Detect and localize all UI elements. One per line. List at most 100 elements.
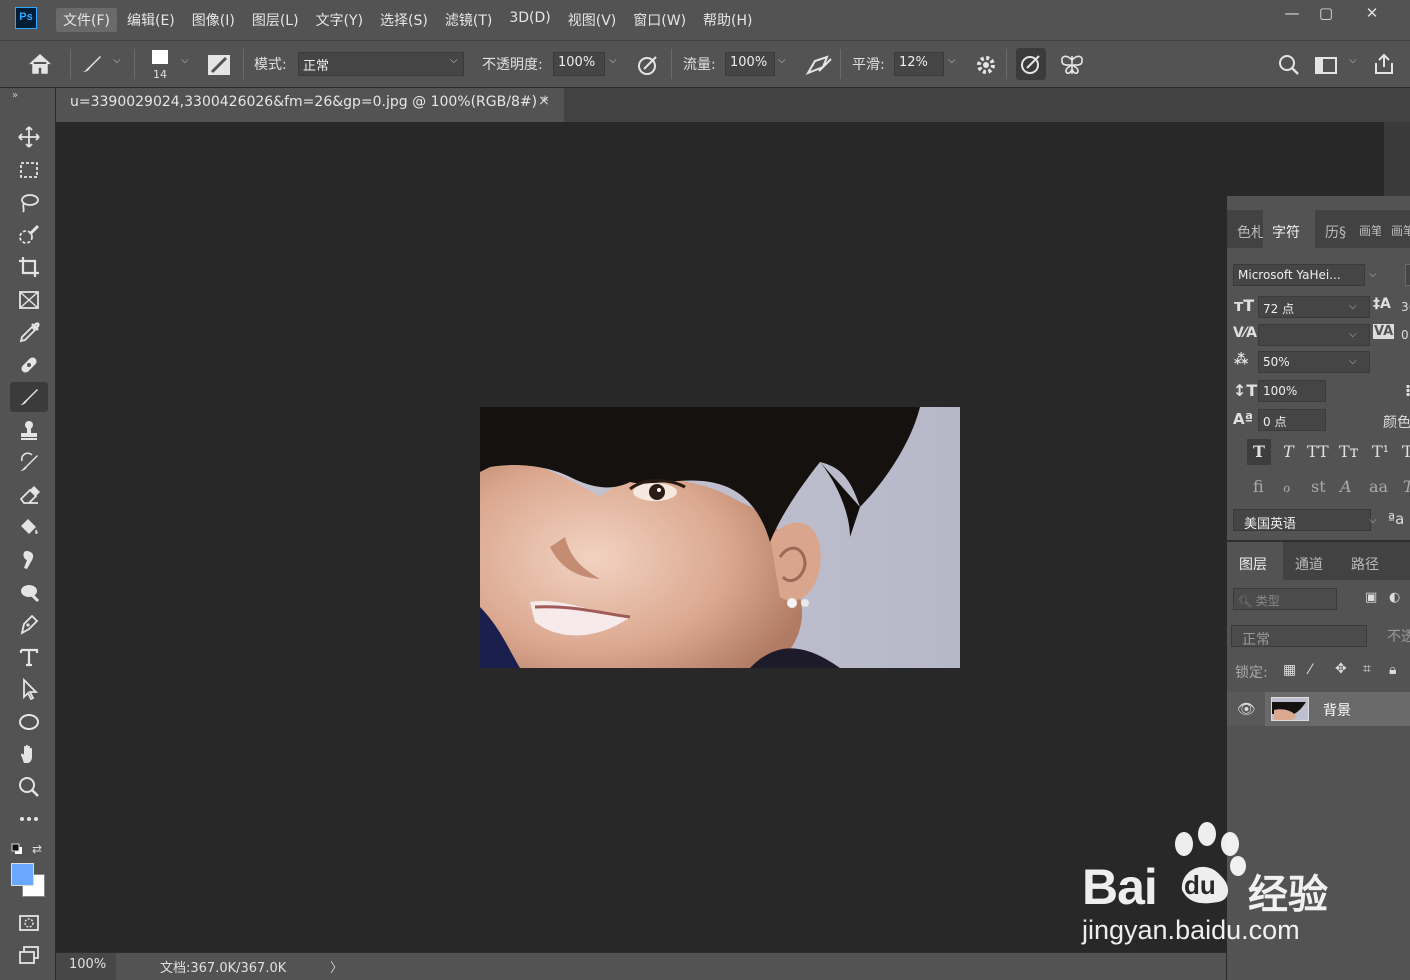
marquee-tool[interactable] (10, 155, 48, 185)
menu-edit[interactable]: 编辑(E) (120, 8, 182, 32)
chevron-down-icon[interactable]: ⌵ (609, 55, 617, 66)
chevron-down-icon[interactable]: ⌵ (450, 55, 458, 66)
menu-select[interactable]: 选择(S) (373, 8, 435, 32)
filter-adjustment-icon[interactable]: ◐ (1389, 590, 1400, 605)
symmetry-butterfly-icon[interactable] (1058, 52, 1086, 82)
healing-brush-tool[interactable] (10, 350, 48, 380)
chevron-down-icon[interactable]: ⌵ (1369, 269, 1377, 280)
chevron-down-icon[interactable]: ⌵ (113, 55, 121, 66)
ellipse-tool[interactable] (10, 707, 48, 737)
text-color-label[interactable]: 颜色 (1383, 412, 1410, 432)
lock-artboard-icon[interactable]: ⌗ (1363, 661, 1371, 677)
close-tab-icon[interactable]: × (538, 93, 558, 109)
vertical-scale-field[interactable]: 100% (1258, 380, 1326, 402)
menu-window[interactable]: 窗口(W) (626, 8, 693, 32)
blur-tool[interactable] (10, 545, 48, 575)
tab-color[interactable]: 色札 (1237, 210, 1263, 248)
crop-tool[interactable] (10, 252, 48, 282)
menu-filter[interactable]: 滤镜(T) (438, 8, 499, 32)
move-tool[interactable] (10, 122, 48, 152)
status-menu-arrow[interactable]: 〉 (330, 957, 343, 976)
gear-icon[interactable] (974, 53, 998, 81)
menu-layer[interactable]: 图层(L) (245, 8, 306, 32)
baseline-shift-field[interactable]: 0 点 (1258, 409, 1326, 431)
maximize-button[interactable]: ▢ (1302, 0, 1350, 26)
layer-name[interactable]: 背景 (1323, 700, 1351, 720)
menu-type[interactable]: 文字(Y) (309, 8, 370, 32)
tab-history[interactable]: 历§ (1325, 210, 1349, 248)
chevron-down-icon[interactable]: ⌵ (1349, 356, 1357, 367)
tab-paths[interactable]: 路径 (1351, 542, 1391, 580)
brush-size-swatch[interactable] (152, 50, 168, 64)
tab-character[interactable]: 字符 (1263, 210, 1315, 248)
clone-stamp-tool[interactable] (10, 415, 48, 445)
tab-brush[interactable]: 画笔 (1359, 210, 1381, 248)
menu-file[interactable]: 文件(F) (56, 8, 117, 32)
mode-select[interactable]: 正常 (298, 52, 464, 76)
document-tab[interactable]: u=3390029024,3300426026&fm=26&gp=0.jpg @… (56, 88, 564, 122)
vertical-scrollbar[interactable] (1384, 122, 1410, 196)
lock-all-icon[interactable]: 🔒︎ (1389, 662, 1396, 678)
chevron-down-icon[interactable]: ⌵ (1349, 301, 1357, 312)
search-icon[interactable] (1278, 54, 1300, 80)
expand-panel-icon[interactable]: » (12, 90, 18, 101)
close-window-button[interactable]: ✕ (1348, 0, 1396, 26)
visibility-eye-icon[interactable]: 👁︎ (1237, 700, 1256, 718)
titling-alternates-icon[interactable]: T (1403, 477, 1410, 496)
lock-pixels-icon[interactable]: ⁄ (1309, 662, 1311, 678)
discretionary-ligatures-icon[interactable]: st (1311, 477, 1326, 496)
layer-filter-select[interactable]: 🔍︎ 类型 (1233, 588, 1337, 610)
brush-tool[interactable] (10, 382, 48, 412)
small-caps-icon[interactable]: Tт (1339, 442, 1359, 461)
frame-tool[interactable] (10, 285, 48, 315)
hand-tool[interactable] (10, 739, 48, 769)
airbrush-icon[interactable] (805, 53, 833, 81)
all-caps-icon[interactable]: TT (1307, 442, 1329, 461)
tab-channels[interactable]: 通道 (1295, 542, 1335, 580)
filter-image-icon[interactable]: ▣ (1365, 590, 1377, 605)
screen-mode-button[interactable] (10, 940, 48, 970)
pressure-size-button[interactable] (1016, 48, 1046, 80)
path-selection-tool[interactable] (10, 674, 48, 704)
chevron-down-icon[interactable]: ⌵ (778, 55, 786, 66)
lasso-tool[interactable] (10, 187, 48, 217)
quick-mask-button[interactable] (10, 908, 48, 938)
home-icon[interactable] (28, 53, 52, 79)
swash-icon[interactable]: A (1340, 477, 1352, 496)
zoom-level-field[interactable]: 100% (56, 953, 116, 980)
tab-brush-settings[interactable]: 画笔 (1391, 210, 1410, 248)
pen-tool[interactable] (10, 609, 48, 639)
lock-position-icon[interactable]: ✥ (1335, 661, 1347, 677)
swap-colors-icon[interactable]: ⇄ (32, 842, 42, 856)
eraser-tool[interactable] (10, 480, 48, 510)
tab-layers[interactable]: 图层 (1227, 542, 1283, 580)
chevron-down-icon[interactable]: ⌵ (1349, 329, 1357, 340)
flow-field[interactable]: 100% (725, 52, 775, 76)
faux-italic-icon[interactable]: T (1283, 442, 1294, 461)
menu-view[interactable]: 视图(V) (561, 8, 624, 32)
chevron-down-icon[interactable]: ⌵ (1369, 515, 1377, 526)
brush-preset-icon[interactable] (80, 53, 104, 79)
leading-value[interactable]: 3( (1401, 300, 1410, 314)
lock-transparency-icon[interactable]: ▦ (1283, 662, 1296, 678)
foreground-color-swatch[interactable] (11, 863, 34, 886)
subscript-icon[interactable]: T (1402, 442, 1410, 461)
menu-3d[interactable]: 3D(D) (502, 8, 557, 32)
type-tool[interactable] (10, 642, 48, 672)
zoom-tool[interactable] (10, 772, 48, 802)
pressure-opacity-icon[interactable] (636, 53, 660, 81)
quick-select-tool[interactable] (10, 220, 48, 250)
chevron-down-icon[interactable]: ⌵ (181, 55, 189, 66)
layer-row[interactable]: 👁︎ 背景 (1227, 692, 1410, 726)
blend-mode-select[interactable]: 正常 (1231, 625, 1367, 647)
dodge-tool[interactable] (10, 577, 48, 607)
font-style-select[interactable] (1405, 264, 1410, 286)
eyedropper-tool[interactable] (10, 317, 48, 347)
stylistic-alternates-icon[interactable]: aa (1369, 477, 1388, 496)
workspace-icon[interactable] (1314, 55, 1338, 79)
default-colors-icon[interactable] (11, 843, 23, 859)
menu-help[interactable]: 帮助(H) (696, 8, 759, 32)
opacity-field[interactable]: 100% (553, 52, 605, 76)
chevron-down-icon[interactable]: ⌵ (948, 55, 956, 66)
share-icon[interactable] (1372, 52, 1396, 80)
